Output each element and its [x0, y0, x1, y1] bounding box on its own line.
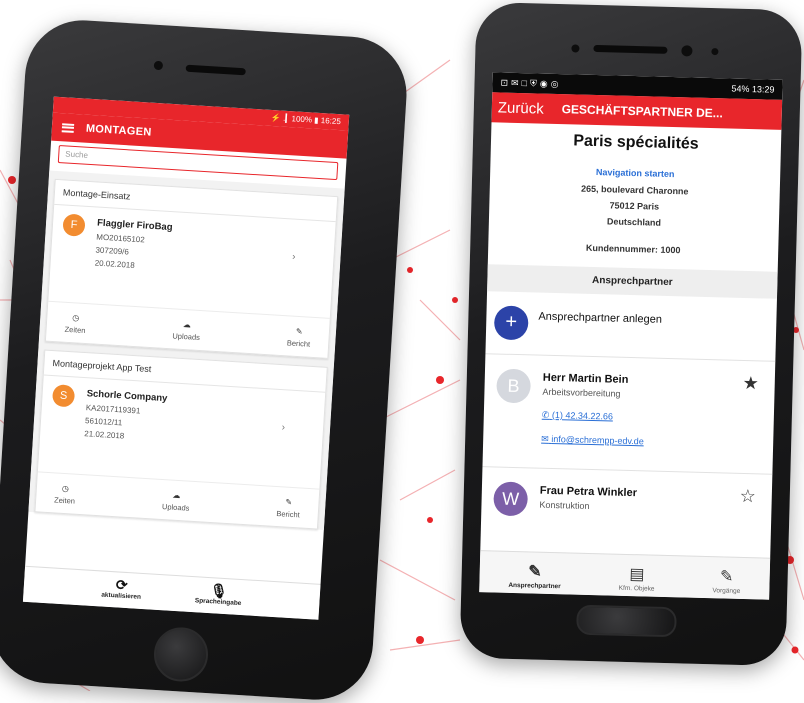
front-camera: [153, 60, 164, 71]
customer-name: Schorle Company: [86, 388, 168, 405]
add-contact-label: Ansprechpartner anlegen: [538, 310, 663, 326]
edit-icon: ✎: [527, 563, 542, 581]
voice-input-button[interactable]: 🎙 Spracheingabe: [194, 581, 242, 615]
star-filled-icon[interactable]: ★: [742, 373, 759, 394]
document-icon: ▤: [629, 566, 645, 584]
uploads-button[interactable]: ☁ Uploads: [172, 319, 201, 342]
tab-transactions[interactable]: ✎ Vorgänge: [712, 567, 741, 595]
company-name: Paris spécialités: [573, 132, 699, 153]
sensor-dot: [711, 48, 719, 56]
order-number: KA2017119391: [85, 403, 141, 416]
refresh-button[interactable]: ⟳ aktualisieren: [101, 576, 143, 609]
contact-row[interactable]: W Frau Petra Winkler Konstruktion ☆: [481, 467, 772, 535]
cloud-upload-icon: ☁: [182, 319, 192, 330]
customer-row[interactable]: S Schorle Company KA2017119391 561012/11…: [38, 376, 325, 489]
right-phone: ⊡✉□⛨◉◎ 54% 13:29 Zurück GESCHÄFTSPARTNER…: [459, 1, 803, 667]
report-icon: ✎: [285, 497, 293, 507]
uploads-button[interactable]: ☁ Uploads: [162, 490, 191, 513]
cloud-upload-icon: ☁: [172, 490, 181, 501]
plus-icon[interactable]: +: [493, 305, 529, 341]
tab-contacts[interactable]: ✎ Ansprechpartner: [508, 562, 561, 590]
report-button[interactable]: ✎ Bericht: [287, 326, 312, 349]
edit-icon: ✎: [719, 568, 734, 586]
add-contact-row[interactable]: + Ansprechpartner anlegen: [485, 291, 777, 362]
status-right: 54% 13:29: [731, 83, 775, 95]
contact-role: Konstruktion: [539, 499, 590, 511]
avatar: W: [493, 481, 529, 517]
sections-list: Montage-Einsatz F Flaggler FiroBag MO201…: [28, 170, 345, 530]
avatar: B: [496, 368, 532, 404]
clock-icon: ◷: [72, 313, 80, 323]
chevron-right-icon[interactable]: ›: [281, 422, 285, 433]
clock-icon: ◷: [61, 483, 70, 494]
customer-name: Flaggler FiroBag: [96, 217, 173, 234]
report-icon: ✎: [295, 326, 303, 337]
project-card[interactable]: Montageprojekt App Test S Schorle Compan…: [34, 349, 328, 530]
order-number: MO20165102: [96, 232, 145, 245]
reference-number: 307209/6: [95, 245, 130, 257]
times-button[interactable]: ◷ Zeiten: [54, 483, 76, 506]
tab-commercial-objects[interactable]: ▤ Kfm. Objeke: [619, 565, 655, 593]
address: 265, boulevard Charonne 75012 Paris Deut…: [580, 183, 689, 228]
sensor-dot: [571, 44, 580, 53]
date: 20.02.2018: [94, 258, 135, 270]
right-screen: ⊡✉□⛨◉◎ 54% 13:29 Zurück GESCHÄFTSPARTNER…: [479, 72, 783, 600]
avatar: F: [62, 213, 86, 237]
email-link[interactable]: ✉ info@schrempp-edv.de: [541, 434, 644, 448]
bottom-tab-bar: ✎ Ansprechpartner ▤ Kfm. Objeke ✎ Vorgänge: [479, 550, 771, 600]
app-bar: Zurück GESCHÄFTSPARTNER DE...: [491, 92, 783, 130]
earpiece: [593, 44, 668, 54]
notification-icons: ⊡✉□⛨◉◎: [500, 77, 562, 89]
customer-row[interactable]: F Flaggler FiroBag MO20165102 307209/6 2…: [48, 205, 335, 318]
contact-name: Herr Martin Bein: [542, 371, 629, 386]
app-title: GESCHÄFTSPARTNER DE...: [561, 102, 723, 121]
star-outline-icon[interactable]: ☆: [739, 486, 756, 507]
contact-role: Arbeitsvorbereitung: [542, 386, 621, 399]
front-camera: [681, 45, 693, 57]
contact-name: Frau Petra Winkler: [539, 484, 638, 500]
earpiece: [185, 64, 246, 76]
back-button[interactable]: Zurück: [498, 99, 544, 117]
date: 21.02.2018: [84, 429, 125, 441]
times-button[interactable]: ◷ Zeiten: [64, 313, 86, 335]
app-title: MONTAGEN: [85, 122, 152, 139]
chevron-right-icon[interactable]: ›: [292, 252, 296, 263]
mail-icon: ✉: [541, 433, 549, 444]
phone-link[interactable]: ✆ (1) 42.34.22.66: [542, 410, 613, 423]
home-button[interactable]: [152, 625, 210, 684]
assignment-card[interactable]: Montage-Einsatz F Flaggler FiroBag MO201…: [44, 178, 339, 359]
customer-number: Kundennummer: 1000: [585, 242, 681, 256]
report-button[interactable]: ✎ Bericht: [276, 497, 301, 520]
left-phone: ⚡ .▎100% ▮ 16:25 MONTAGEN Suche Montage-…: [0, 16, 410, 703]
avatar: S: [51, 384, 76, 408]
bottom-toolbar: ⟳ aktualisieren 🎙 Spracheingabe: [22, 565, 321, 620]
home-button[interactable]: [576, 604, 677, 638]
left-screen: ⚡ .▎100% ▮ 16:25 MONTAGEN Suche Montage-…: [22, 96, 350, 620]
menu-icon[interactable]: [61, 122, 75, 133]
contact-row[interactable]: B Herr Martin Bein Arbeitsvorbereitung ✆…: [482, 354, 776, 475]
reference-number: 561012/11: [84, 416, 123, 428]
phone-icon: ✆: [541, 409, 550, 420]
